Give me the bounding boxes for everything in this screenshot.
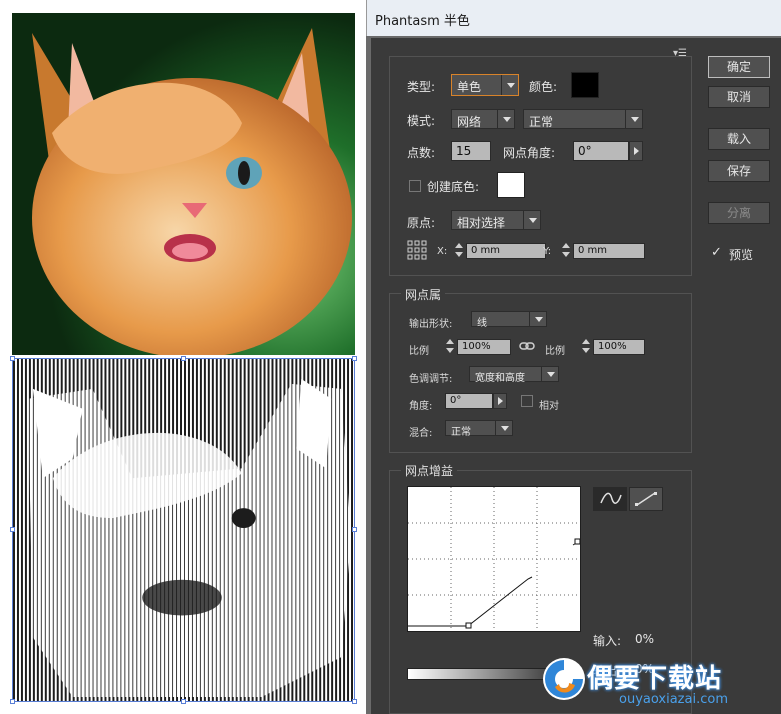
chevron-down-icon bbox=[495, 421, 512, 435]
dot-blend-label: 混合: bbox=[409, 428, 433, 439]
mode-dropdown[interactable]: 网络 bbox=[451, 109, 515, 129]
scale-input-2[interactable]: 100% bbox=[593, 339, 645, 355]
selection-handle[interactable] bbox=[10, 527, 15, 532]
selection-handle[interactable] bbox=[352, 699, 357, 704]
scale-input-1[interactable]: 100% bbox=[457, 339, 511, 355]
chevron-down-icon bbox=[497, 110, 514, 128]
reference-point-icon[interactable] bbox=[407, 240, 427, 260]
dot-properties-title: 网点属 bbox=[401, 286, 446, 303]
selection-handle[interactable] bbox=[352, 527, 357, 532]
color-label: 颜色: bbox=[529, 80, 558, 94]
y-label: Y: bbox=[543, 246, 552, 257]
relative-checkbox[interactable] bbox=[521, 395, 533, 407]
relative-label: 相对 bbox=[539, 401, 559, 412]
origin-label: 原点: bbox=[407, 216, 436, 230]
blend-mode-dropdown[interactable]: 正常 bbox=[523, 109, 643, 129]
selection-handle[interactable] bbox=[10, 699, 15, 704]
chevron-down-icon bbox=[529, 312, 546, 326]
link-chain-icon[interactable] bbox=[519, 340, 535, 352]
x-label: X: bbox=[437, 246, 448, 257]
angle-arrow-icon[interactable] bbox=[493, 393, 507, 409]
curve-graph[interactable] bbox=[408, 487, 581, 631]
selection-handle[interactable] bbox=[181, 699, 186, 704]
bg-color-swatch[interactable] bbox=[497, 172, 525, 198]
chevron-down-icon bbox=[523, 211, 540, 229]
color-swatch[interactable] bbox=[571, 72, 599, 98]
selection-handle[interactable] bbox=[10, 356, 15, 361]
tone-dropdown[interactable]: 宽度和高度 bbox=[469, 366, 559, 384]
scale-stepper-icon[interactable] bbox=[581, 338, 591, 354]
preview-label: 预览 bbox=[729, 248, 754, 262]
create-bg-label: 创建底色: bbox=[427, 180, 480, 194]
scale-label-1: 比例 bbox=[409, 346, 429, 357]
title-bar[interactable]: Phantasm 半色 bbox=[366, 0, 781, 36]
halftone-preview bbox=[12, 358, 355, 702]
origin-dropdown[interactable]: 相对选择 bbox=[451, 210, 541, 230]
ok-button[interactable]: 确定 bbox=[708, 56, 770, 78]
panel-menu-icon[interactable]: ▾☰ bbox=[673, 48, 687, 59]
watermark-text: 偶要下载站 bbox=[587, 664, 723, 694]
cancel-button[interactable]: 取消 bbox=[708, 86, 770, 108]
dot-angle-label: 网点角度: bbox=[503, 146, 556, 160]
shape-dropdown[interactable]: 线 bbox=[471, 311, 547, 329]
linear-curve-button[interactable] bbox=[629, 487, 663, 511]
tone-label: 色调调节: bbox=[409, 374, 453, 385]
save-button[interactable]: 保存 bbox=[708, 160, 770, 182]
scale-label-2: 比例 bbox=[545, 346, 565, 357]
input-label: 输入: bbox=[593, 634, 622, 648]
chevron-down-icon bbox=[625, 110, 642, 128]
site-logo-icon bbox=[543, 658, 585, 700]
type-dropdown[interactable]: 单色 bbox=[451, 74, 519, 96]
dialog-body: ▾☰ 类型: 单色 颜色: 模式: 网络 正常 点数: 15 网点角度: 0° … bbox=[371, 38, 781, 714]
x-stepper-icon[interactable] bbox=[454, 242, 464, 258]
chevron-down-icon bbox=[501, 75, 518, 95]
smooth-curve-button[interactable] bbox=[593, 487, 627, 511]
separate-button[interactable]: 分离 bbox=[708, 202, 770, 224]
y-input[interactable]: 0 mm bbox=[573, 243, 645, 259]
angle-input[interactable]: 0° bbox=[445, 393, 493, 409]
kitten-photo bbox=[12, 13, 355, 355]
selection-handle[interactable] bbox=[181, 356, 186, 361]
load-button[interactable]: 载入 bbox=[708, 128, 770, 150]
shape-label: 输出形状: bbox=[409, 319, 453, 330]
mode-label: 模式: bbox=[407, 114, 436, 128]
dot-gain-title: 网点增益 bbox=[401, 462, 458, 479]
linear-curve-icon bbox=[635, 492, 657, 506]
x-input[interactable]: 0 mm bbox=[466, 243, 546, 259]
input-value: 0% bbox=[635, 632, 655, 646]
scale-stepper-icon[interactable] bbox=[445, 338, 455, 354]
curve-editor[interactable] bbox=[407, 486, 581, 632]
smooth-curve-icon bbox=[600, 492, 622, 504]
dot-blend-dropdown[interactable]: 正常 bbox=[445, 420, 513, 438]
create-bg-checkbox[interactable] bbox=[409, 180, 421, 192]
dot-angle-input[interactable]: 0° bbox=[573, 141, 629, 161]
artboard bbox=[0, 0, 366, 714]
dot-angle-arrow-icon[interactable] bbox=[629, 141, 643, 161]
watermark-url: ouyaoxiazai.com bbox=[619, 692, 728, 707]
dots-input[interactable]: 15 bbox=[451, 141, 491, 161]
phantasm-halftone-dialog: Phantasm 半色 ▾☰ 类型: 单色 颜色: 模式: 网络 正常 点数: … bbox=[366, 0, 781, 714]
angle-label: 角度: bbox=[409, 401, 433, 412]
y-stepper-icon[interactable] bbox=[561, 242, 571, 258]
dots-label: 点数: bbox=[407, 146, 436, 160]
chevron-down-icon bbox=[541, 367, 558, 381]
dialog-title: Phantasm 半色 bbox=[375, 14, 470, 29]
type-label: 类型: bbox=[407, 80, 436, 94]
checkmark-icon[interactable]: ✓ bbox=[711, 245, 722, 260]
selection-handle[interactable] bbox=[352, 356, 357, 361]
